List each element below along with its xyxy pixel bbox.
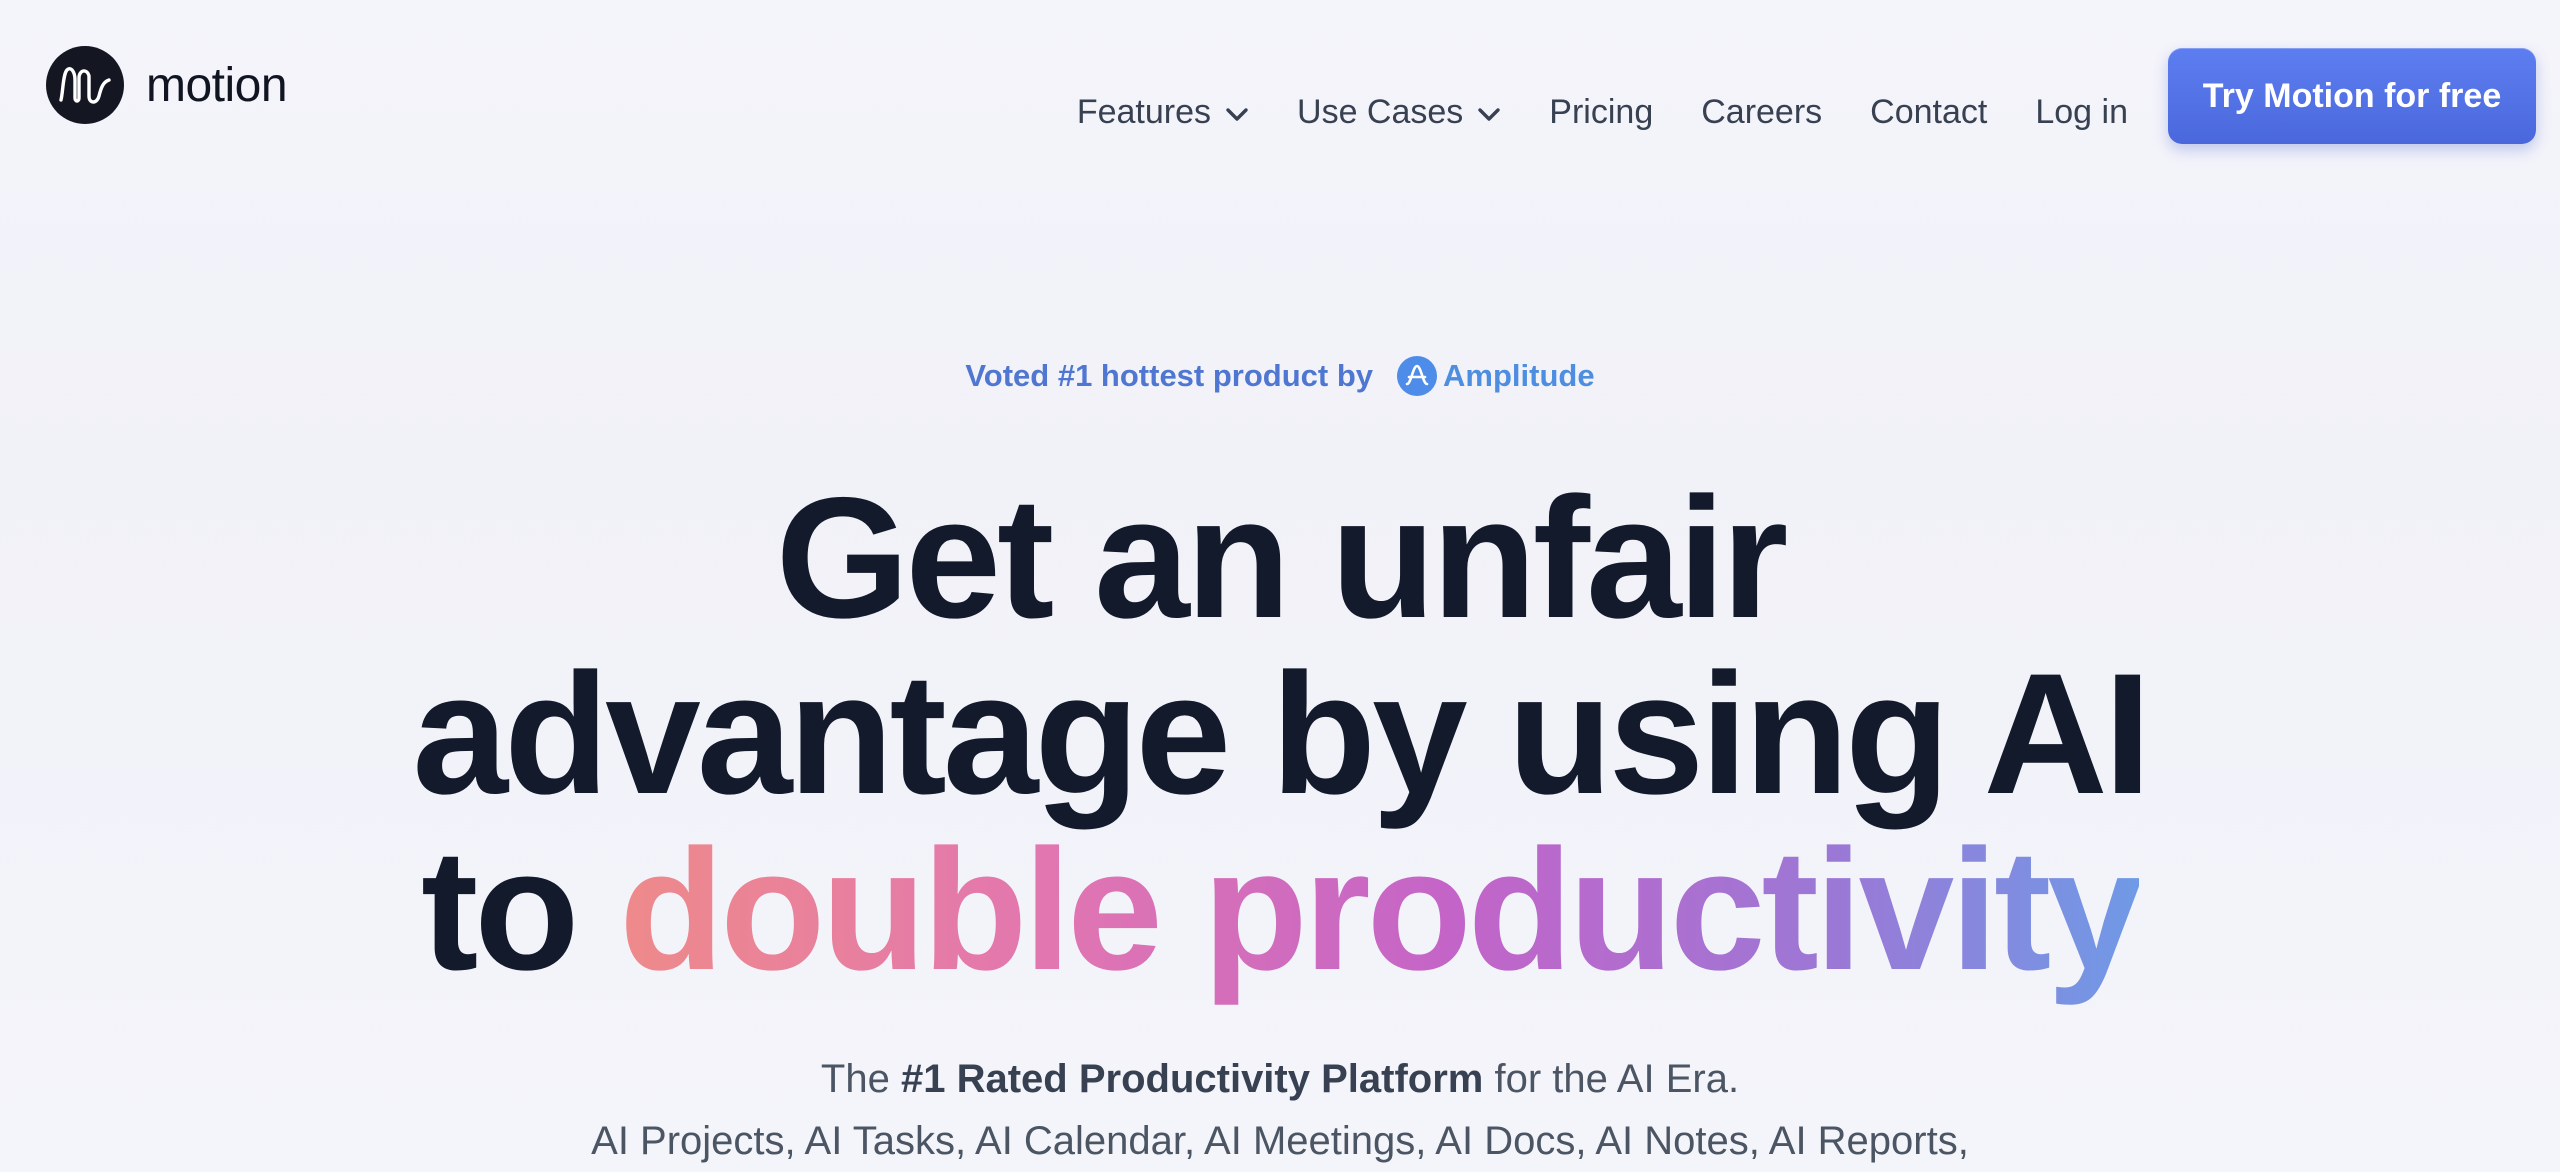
headline-line-3-prefix: to [421, 814, 579, 1006]
site-header: motion Features Use Cases Pricing Career… [0, 0, 2560, 176]
nav-item-label: Careers [1701, 92, 1823, 131]
amplitude-label: Amplitude [1443, 358, 1595, 393]
headline-line-2: advantage by using AI [412, 638, 2151, 830]
nav-item-features[interactable]: Features [1077, 93, 1249, 132]
headline-line-1: Get an unfair [775, 462, 1789, 654]
amplitude-logo-icon [1397, 356, 1438, 396]
nav-item-use-cases[interactable]: Use Cases [1297, 93, 1501, 132]
motion-logo-icon [46, 46, 124, 124]
subtitle-suffix: for the AI Era. [1494, 1057, 1740, 1101]
main-nav: Features Use Cases Pricing Careers Conta… [1077, 48, 2536, 160]
nav-item-careers[interactable]: Careers [1701, 93, 1822, 132]
nav-item-login[interactable]: Log in [2035, 93, 2128, 132]
award-text: Voted #1 hottest product by [965, 358, 1374, 393]
brand-name: motion [146, 58, 288, 112]
hero-subtitle: The #1 Rated Productivity Platform for t… [0, 1048, 2560, 1172]
headline-highlight: double productivity [619, 814, 2143, 1006]
award-eyebrow: Voted #1 hottest product by Amplitude [0, 356, 2560, 396]
nav-item-label: Pricing [1549, 92, 1654, 131]
headline-line-3: to double productivity [0, 822, 2560, 998]
chevron-down-icon [1477, 93, 1501, 132]
subtitle-line-2: AI Projects, AI Tasks, AI Calendar, AI M… [591, 1119, 1969, 1163]
nav-item-contact[interactable]: Contact [1870, 93, 1987, 132]
hero-headline: Get an unfair advantage by using AI to d… [0, 470, 2560, 998]
amplitude-brand: Amplitude [1397, 356, 1595, 396]
subtitle-prefix: The [820, 1057, 890, 1101]
chevron-down-icon [1225, 93, 1249, 132]
nav-item-label: Log in [2035, 92, 2128, 131]
motion-logo-link[interactable]: motion [46, 46, 288, 124]
nav-item-label: Contact [1870, 92, 1988, 131]
nav-item-label: Use Cases [1297, 92, 1464, 131]
try-motion-free-button[interactable]: Try Motion for free [2168, 48, 2536, 144]
subtitle-bold: #1 Rated Productivity Platform [900, 1057, 1484, 1101]
nav-item-label: Features [1076, 92, 1212, 131]
subtitle-line-1: The #1 Rated Productivity Platform for t… [0, 1048, 2560, 1110]
nav-item-pricing[interactable]: Pricing [1549, 93, 1653, 132]
